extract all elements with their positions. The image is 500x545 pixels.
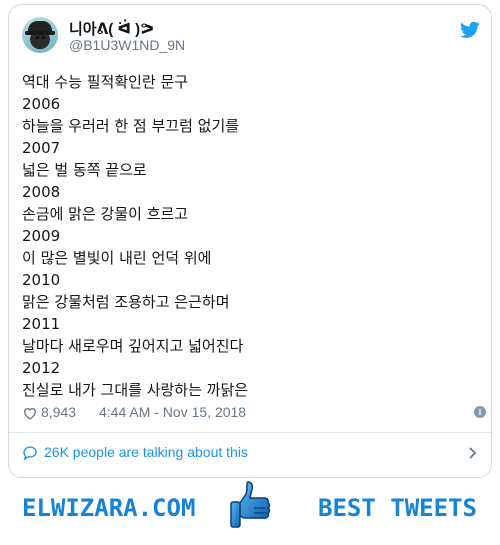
tweet-line: 이 많은 별빛이 내린 언덕 위에 [22,249,212,267]
tweet-line: 2007 [22,139,61,157]
tweet-line: 2010 [22,271,61,289]
tweet-timestamp[interactable]: 4:44 AM - Nov 15, 2018 [99,404,246,420]
avatar-hat-brim [25,31,55,35]
info-icon[interactable]: i [474,406,486,418]
divider [9,432,491,433]
tweet-line: 2012 [22,359,61,377]
talking-label[interactable]: 26K people are talking about this [44,444,248,460]
conversation-link[interactable]: 26K people are talking about this [22,442,482,464]
heart-icon[interactable] [22,405,38,421]
tweet-line: 날마다 새로우며 깊어지고 넓어진다 [22,337,244,355]
tweet-line: 2006 [22,95,61,113]
tweet-line: 역대 수능 필적확인란 문구 [22,73,189,91]
tweet-line: 맑은 강물처럼 조용하고 은근하며 [22,293,230,311]
avatar-eye [36,36,39,39]
tweet-card: 니아ᕕ( ᐛ )ᕗ @B1U3W1ND_9N 역대 수능 필적확인란 문구 20… [8,4,492,478]
tweet-line: 2008 [22,183,61,201]
like-count[interactable]: 8,943 [41,404,76,420]
tweet-line: 손금에 맑은 강물이 흐르고 [22,205,189,223]
user-handle[interactable]: @B1U3W1ND_9N [69,37,185,53]
tweet-text: 역대 수능 필적확인란 문구 2006 하늘을 우러러 한 점 부끄럼 없기를 … [22,71,472,401]
display-name[interactable]: 니아ᕕ( ᐛ )ᕗ [69,18,154,39]
tweet-line: 2009 [22,227,61,245]
twitter-bird-icon[interactable] [460,21,480,39]
avatar-eye [42,36,45,39]
site-name: ELWIZARA.COM [22,494,196,522]
tweet-line: 넓은 벌 동쪽 끝으로 [22,161,147,179]
chevron-right-icon[interactable] [468,447,478,459]
tweet-line: 2011 [22,315,61,333]
speech-bubble-icon [23,446,37,461]
tweet-meta: 8,943 4:44 AM - Nov 15, 2018 i [22,403,486,423]
brand-tagline: BEST TWEETS [318,494,477,522]
tweet-line: 진실로 내가 그대를 사랑하는 까닭은 [22,381,249,399]
brand-banner: ELWIZARA.COM BEST TWEETS [0,478,500,545]
tweet-line: 하늘을 우러러 한 점 부끄럼 없기를 [22,117,240,135]
thumbs-up-icon [230,481,271,528]
avatar[interactable] [22,17,58,53]
